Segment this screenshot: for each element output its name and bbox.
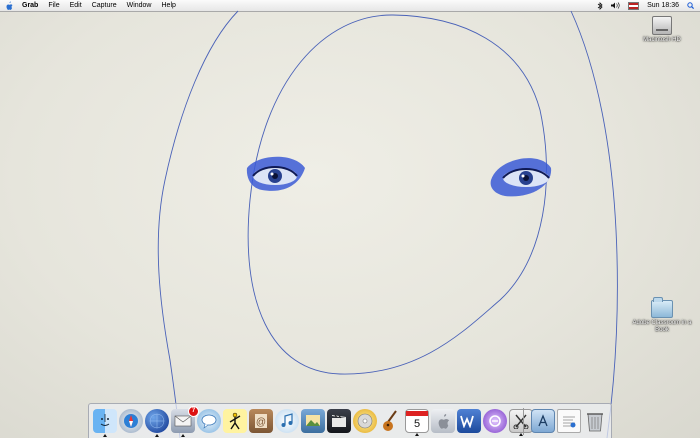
running-indicator: [181, 434, 185, 437]
imovie-icon: [330, 413, 348, 429]
svg-text:@: @: [256, 417, 266, 428]
running-indicator: [415, 433, 419, 436]
dock-imovie[interactable]: [327, 409, 351, 433]
apple-icon: [436, 413, 450, 429]
desktop-icon-label: Adobe Classroom in a Book: [632, 320, 692, 333]
dock-itunes[interactable]: [275, 409, 299, 433]
document-icon: [561, 413, 577, 429]
grab-icon: [513, 413, 529, 429]
hard-drive-icon: [652, 16, 672, 35]
mail-icon: [174, 414, 192, 428]
finder-icon: [96, 412, 114, 430]
dock-system-preferences[interactable]: [431, 409, 455, 433]
applications-folder-icon: [535, 413, 551, 429]
dock-ichat[interactable]: [197, 409, 221, 433]
desktop-icon-label: Macintosh HD: [643, 37, 681, 43]
dock-entourage[interactable]: [483, 409, 507, 433]
dock-safari[interactable]: [119, 409, 143, 433]
word-icon: [460, 414, 478, 428]
address-book-icon: @: [253, 412, 269, 430]
dock-finder[interactable]: [93, 409, 117, 437]
folder-icon: [651, 297, 673, 318]
trash-icon: [585, 410, 605, 432]
running-indicator: [103, 434, 107, 437]
calendar-date: 5: [413, 417, 421, 430]
desktop-icon-macintosh-hd[interactable]: Macintosh HD: [632, 16, 692, 44]
dock-grab[interactable]: [509, 409, 533, 436]
dock-iphoto[interactable]: [301, 409, 325, 433]
dock-network[interactable]: [145, 409, 169, 437]
garageband-icon: [381, 410, 401, 432]
itunes-icon: [279, 413, 295, 429]
dock-applications-folder[interactable]: [531, 409, 555, 433]
dock-aim[interactable]: [223, 409, 247, 433]
dock-mail[interactable]: 7: [171, 406, 199, 437]
dock-ical[interactable]: 5: [405, 409, 429, 436]
iphoto-icon: [304, 413, 322, 429]
globe-icon: [148, 412, 166, 430]
dock-word[interactable]: [457, 409, 481, 433]
right-eye: [490, 158, 552, 197]
left-eye: [246, 156, 305, 191]
aim-icon: [227, 412, 243, 430]
dock-address-book[interactable]: @: [249, 409, 273, 433]
dock-garageband[interactable]: [379, 409, 403, 433]
ichat-icon: [200, 413, 218, 429]
dock: 7 @ 5: [88, 403, 612, 438]
running-indicator: [155, 434, 159, 437]
dock-idvd[interactable]: [353, 409, 377, 433]
dock-trash[interactable]: [583, 409, 607, 433]
desktop-wallpaper: [157, 10, 618, 438]
safari-icon: [122, 412, 140, 430]
entourage-icon: [487, 413, 503, 429]
dock-separator: [523, 408, 524, 435]
idvd-icon: [356, 412, 374, 430]
dock-document[interactable]: [557, 409, 581, 433]
desktop-icon-adobe-folder[interactable]: Adobe Classroom in a Book: [632, 297, 692, 334]
